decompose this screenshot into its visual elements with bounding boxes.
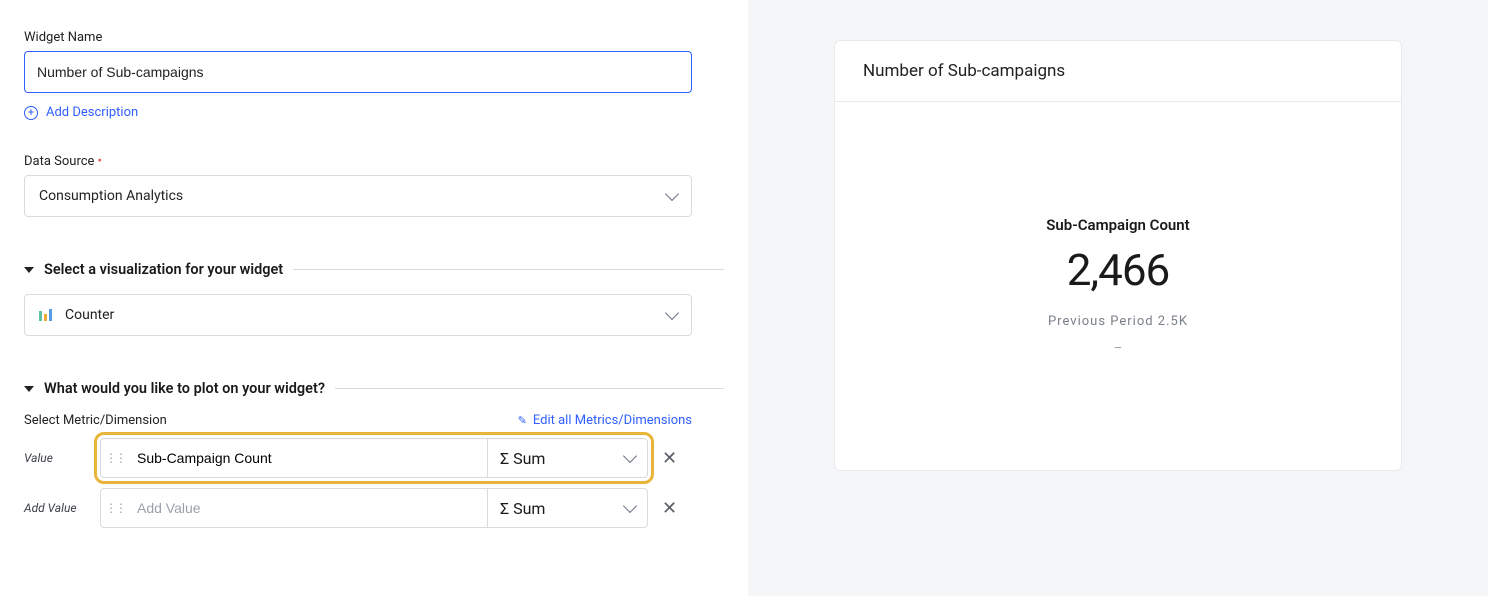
caret-down-icon bbox=[24, 386, 34, 392]
metric-row-add-value: Add Value ⋮⋮ Σ Sum ✕ bbox=[24, 488, 724, 528]
add-value-aggregation-value: Sum bbox=[513, 499, 545, 518]
drag-handle-icon[interactable]: ⋮⋮ bbox=[101, 451, 129, 465]
chevron-down-icon bbox=[665, 187, 679, 201]
add-value-row-label: Add Value bbox=[24, 501, 100, 515]
chevron-down-icon bbox=[623, 499, 637, 513]
preview-card-title: Number of Sub-campaigns bbox=[835, 41, 1401, 102]
add-value-aggregation-select[interactable]: Σ Sum bbox=[487, 489, 647, 527]
visualization-type-value: Counter bbox=[65, 307, 114, 323]
value-aggregation-value: Sum bbox=[513, 449, 545, 468]
edit-all-metrics-label: Edit all Metrics/Dimensions bbox=[533, 413, 692, 428]
section-visualization-header[interactable]: Select a visualization for your widget bbox=[24, 261, 724, 278]
chevron-down-icon bbox=[623, 449, 637, 463]
metric-row-value: Value ⋮⋮ Σ Sum ✕ bbox=[24, 438, 724, 478]
section-plot-title: What would you like to plot on your widg… bbox=[44, 380, 325, 397]
add-value-metric-group: ⋮⋮ Σ Sum bbox=[100, 488, 648, 528]
sigma-icon: Σ bbox=[500, 499, 509, 518]
value-metric-group: ⋮⋮ Σ Sum bbox=[100, 438, 648, 478]
chevron-down-icon bbox=[665, 306, 679, 320]
divider bbox=[293, 269, 724, 270]
drag-handle-icon[interactable]: ⋮⋮ bbox=[101, 501, 129, 515]
pencil-icon: ✎ bbox=[518, 414, 527, 427]
visualization-type-select[interactable]: Counter bbox=[24, 294, 692, 336]
remove-value-button[interactable]: ✕ bbox=[662, 448, 677, 469]
widget-name-input[interactable] bbox=[24, 51, 692, 93]
preview-panel: Number of Sub-campaigns Sub-Campaign Cou… bbox=[748, 0, 1488, 596]
widget-config-panel: Widget Name + Add Description Data Sourc… bbox=[0, 0, 748, 596]
data-source-select[interactable]: Consumption Analytics bbox=[24, 175, 692, 217]
data-source-value: Consumption Analytics bbox=[39, 188, 183, 204]
value-aggregation-select[interactable]: Σ Sum bbox=[487, 439, 647, 477]
caret-down-icon bbox=[24, 267, 34, 273]
add-description-button[interactable]: + Add Description bbox=[24, 105, 724, 120]
widget-name-label: Widget Name bbox=[24, 30, 724, 45]
preview-metric-subtext: Previous Period 2.5K bbox=[1048, 314, 1188, 329]
section-plot-header[interactable]: What would you like to plot on your widg… bbox=[24, 380, 724, 397]
edit-all-metrics-link[interactable]: ✎ Edit all Metrics/Dimensions bbox=[518, 413, 692, 428]
section-visualization-title: Select a visualization for your widget bbox=[44, 261, 283, 278]
add-description-label: Add Description bbox=[46, 105, 138, 120]
preview-placeholder: – bbox=[1114, 341, 1123, 356]
value-row-label: Value bbox=[24, 451, 100, 465]
metric-dimension-label: Select Metric/Dimension bbox=[24, 413, 167, 428]
sigma-icon: Σ bbox=[500, 449, 509, 468]
value-metric-input[interactable] bbox=[129, 439, 487, 477]
data-source-label: Data Source• bbox=[24, 154, 724, 169]
divider bbox=[335, 388, 724, 389]
preview-metric-title: Sub-Campaign Count bbox=[1046, 216, 1189, 234]
preview-metric-value: 2,466 bbox=[1067, 244, 1170, 296]
plus-circle-icon: + bbox=[24, 106, 38, 120]
remove-add-value-button[interactable]: ✕ bbox=[662, 498, 677, 519]
preview-card: Number of Sub-campaigns Sub-Campaign Cou… bbox=[834, 40, 1402, 471]
add-value-metric-input[interactable] bbox=[129, 489, 487, 527]
counter-icon bbox=[39, 309, 55, 321]
